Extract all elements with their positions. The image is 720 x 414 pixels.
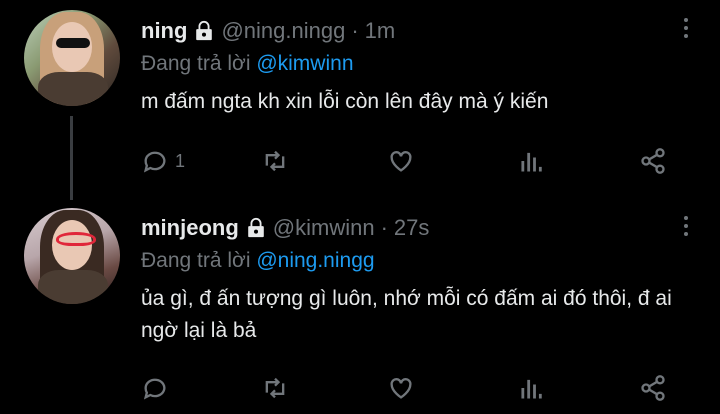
views-button[interactable] bbox=[517, 146, 545, 176]
more-vertical-icon[interactable] bbox=[682, 14, 690, 44]
avatar-body bbox=[38, 72, 108, 106]
avatar-body bbox=[38, 270, 108, 304]
timestamp[interactable]: 1m bbox=[365, 18, 396, 44]
tweet-content: ning @ning.ningg · 1m Đang trả lời @kimw… bbox=[141, 16, 690, 118]
timestamp[interactable]: 27s bbox=[394, 215, 429, 241]
reply-icon bbox=[143, 151, 166, 173]
mention-link[interactable]: @kimwinn bbox=[256, 52, 353, 75]
share-icon bbox=[641, 148, 665, 174]
display-name[interactable]: ning bbox=[141, 18, 187, 44]
avatar[interactable] bbox=[24, 10, 120, 106]
tweet-actions bbox=[141, 373, 670, 403]
analytics-icon bbox=[521, 379, 542, 399]
lock-icon bbox=[196, 20, 213, 41]
reply-button[interactable]: 1 bbox=[141, 146, 185, 176]
separator-dot: · bbox=[380, 215, 388, 240]
reply-button[interactable] bbox=[141, 373, 175, 403]
reply-icon bbox=[143, 378, 166, 400]
retweet-button[interactable] bbox=[261, 373, 289, 403]
tweet[interactable]: ning @ning.ningg · 1m Đang trả lời @kimw… bbox=[0, 0, 720, 200]
tweet-actions: 1 bbox=[141, 146, 670, 176]
avatar-heart-glasses bbox=[56, 232, 96, 246]
thread-line bbox=[70, 116, 73, 200]
display-name[interactable]: minjeong bbox=[141, 215, 239, 241]
replying-to: Đang trả lời @kimwinn bbox=[141, 50, 690, 78]
replying-to-label: Đang trả lời bbox=[141, 249, 257, 272]
mention-link[interactable]: @ning.ningg bbox=[256, 249, 374, 272]
like-button[interactable] bbox=[387, 146, 415, 176]
tweet[interactable]: minjeong @kimwinn · 27s Đang trả lời @ni… bbox=[0, 200, 720, 414]
user-handle[interactable]: @ning.ningg bbox=[221, 18, 345, 44]
analytics-icon bbox=[521, 152, 542, 172]
share-button[interactable] bbox=[639, 373, 667, 403]
share-icon bbox=[641, 375, 665, 401]
retweet-icon bbox=[265, 150, 285, 172]
heart-icon bbox=[390, 151, 412, 172]
like-button[interactable] bbox=[387, 373, 415, 403]
heart-icon bbox=[390, 378, 412, 399]
retweet-button[interactable] bbox=[261, 146, 289, 176]
avatar-glasses bbox=[56, 38, 90, 48]
separator-dot: · bbox=[351, 18, 359, 43]
reply-count: 1 bbox=[175, 150, 186, 171]
replying-to: Đang trả lời @ning.ningg bbox=[141, 247, 690, 275]
tweet-text: m đấm ngta kh xin lỗi còn lên đây mà ý k… bbox=[141, 90, 549, 113]
replying-to-label: Đang trả lời bbox=[141, 52, 257, 75]
user-handle[interactable]: @kimwinn bbox=[273, 215, 375, 241]
tweet-text: ủa gì, đ ấn tượng gì luôn, nhớ mỗi có đấ… bbox=[141, 287, 672, 342]
share-button[interactable] bbox=[639, 146, 667, 176]
views-button[interactable] bbox=[517, 373, 545, 403]
avatar[interactable] bbox=[24, 208, 120, 304]
tweet-header: minjeong @kimwinn · 27s bbox=[141, 213, 690, 243]
retweet-icon bbox=[265, 377, 285, 399]
tweet-header: ning @ning.ningg · 1m bbox=[141, 16, 690, 46]
tweet-content: minjeong @kimwinn · 27s Đang trả lời @ni… bbox=[141, 213, 690, 347]
more-vertical-icon[interactable] bbox=[682, 212, 690, 242]
lock-icon bbox=[247, 217, 264, 238]
